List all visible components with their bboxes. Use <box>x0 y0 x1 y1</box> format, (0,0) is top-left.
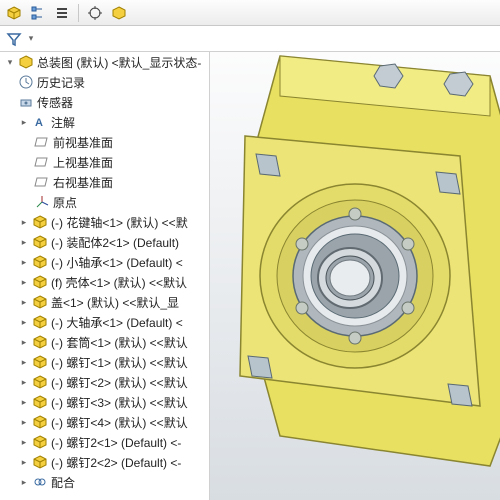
expand-icon[interactable]: ▸ <box>18 356 30 368</box>
part-icon <box>32 314 48 330</box>
expand-icon[interactable]: ▸ <box>18 456 30 468</box>
expand-icon[interactable]: ▸ <box>18 436 30 448</box>
plane-right[interactable]: 右视基准面 <box>0 172 209 192</box>
plane-icon <box>34 174 50 190</box>
funnel-icon[interactable] <box>6 31 22 47</box>
assembly-icon <box>18 54 34 70</box>
part-label: (-) 套筒<1> (默认) <<默认 <box>51 334 188 351</box>
mates-node[interactable]: ▸ 配合 <box>0 472 209 492</box>
history-node[interactable]: 历史记录 <box>0 72 209 92</box>
part-icon <box>32 294 48 310</box>
part-label: (f) 壳体<1> (默认) <<默认 <box>51 274 187 291</box>
plane-top-label: 上视基准面 <box>53 154 113 171</box>
filter-row: ▾ <box>0 26 500 52</box>
part-label: (-) 螺钉2<1> (Default) <- <box>51 434 181 451</box>
panel-toolbar <box>0 0 500 26</box>
plane-icon <box>34 134 50 150</box>
history-label: 历史记录 <box>37 74 85 91</box>
expand-icon[interactable]: ▸ <box>18 376 30 388</box>
origin-label: 原点 <box>53 194 77 211</box>
part-node[interactable]: ▸ (-) 螺钉<1> (默认) <<默认 <box>0 352 209 372</box>
history-icon <box>18 74 34 90</box>
part-node[interactable]: ▸ (-) 套筒<1> (默认) <<默认 <box>0 332 209 352</box>
annotation-icon: A <box>32 114 48 130</box>
expand-icon[interactable]: ▸ <box>18 416 30 428</box>
part-label: (-) 大轴承<1> (Default) < <box>51 314 183 331</box>
expand-icon[interactable]: ▸ <box>18 296 30 308</box>
part-label: 盖<1> (默认) <<默认_显 <box>51 294 179 311</box>
part-label: (-) 螺钉<3> (默认) <<默认 <box>51 394 188 411</box>
target-icon[interactable] <box>85 3 105 23</box>
part-label: (-) 螺钉<1> (默认) <<默认 <box>51 354 188 371</box>
expand-icon[interactable]: ▸ <box>18 316 30 328</box>
config-icon[interactable] <box>109 3 129 23</box>
sensors-label: 传感器 <box>37 94 73 111</box>
part-icon <box>32 434 48 450</box>
plane-front-label: 前视基准面 <box>53 134 113 151</box>
filter-dropdown[interactable]: ▾ <box>25 33 37 45</box>
list-icon[interactable] <box>52 3 72 23</box>
mates-label: 配合 <box>51 474 75 491</box>
part-node[interactable]: ▸ (-) 大轴承<1> (Default) < <box>0 312 209 332</box>
expand-icon[interactable]: ▸ <box>18 276 30 288</box>
part-node[interactable]: ▸ (-) 螺钉<2> (默认) <<默认 <box>0 372 209 392</box>
part-label: (-) 螺钉<4> (默认) <<默认 <box>51 414 188 431</box>
part-node[interactable]: ▸ 盖<1> (默认) <<默认_显 <box>0 292 209 312</box>
sensor-icon <box>18 94 34 110</box>
tree-root[interactable]: ▾ 总装图 (默认) <默认_显示状态- <box>0 52 209 72</box>
cube-icon[interactable] <box>4 3 24 23</box>
part-icon <box>32 274 48 290</box>
part-icon <box>32 454 48 470</box>
expand-icon[interactable]: ▸ <box>18 216 30 228</box>
part-node[interactable]: ▸ (-) 螺钉<4> (默认) <<默认 <box>0 412 209 432</box>
part-node[interactable]: ▸ (-) 装配体2<1> (Default) <box>0 232 209 252</box>
feature-tree[interactable]: ▾ 总装图 (默认) <默认_显示状态- 历史记录 传感器 ▸ A 注解 前视基… <box>0 52 210 500</box>
expand-icon[interactable]: ▸ <box>18 236 30 248</box>
tree-icon[interactable] <box>28 3 48 23</box>
origin-node[interactable]: 原点 <box>0 192 209 212</box>
annotations-node[interactable]: ▸ A 注解 <box>0 112 209 132</box>
part-icon <box>32 374 48 390</box>
part-label: (-) 螺钉2<2> (Default) <- <box>51 454 181 471</box>
svg-text:A: A <box>35 117 43 129</box>
expand-icon[interactable]: ▸ <box>18 116 30 128</box>
part-icon <box>32 254 48 270</box>
part-icon <box>32 234 48 250</box>
expand-icon[interactable]: ▸ <box>18 336 30 348</box>
part-label: (-) 小轴承<1> (Default) < <box>51 254 183 271</box>
tree-root-label: 总装图 (默认) <默认_显示状态- <box>37 54 201 71</box>
part-node[interactable]: ▸ (-) 螺钉<3> (默认) <<默认 <box>0 392 209 412</box>
collapse-icon[interactable]: ▾ <box>4 56 16 68</box>
plane-top[interactable]: 上视基准面 <box>0 152 209 172</box>
mates-icon <box>32 474 48 490</box>
expand-icon[interactable]: ▸ <box>18 256 30 268</box>
part-node[interactable]: ▸ (-) 螺钉2<1> (Default) <- <box>0 432 209 452</box>
plane-front[interactable]: 前视基准面 <box>0 132 209 152</box>
part-icon <box>32 414 48 430</box>
expand-icon[interactable]: ▸ <box>18 476 30 488</box>
origin-icon <box>34 194 50 210</box>
part-label: (-) 螺钉<2> (默认) <<默认 <box>51 374 188 391</box>
plane-icon <box>34 154 50 170</box>
part-node[interactable]: ▸ (f) 壳体<1> (默认) <<默认 <box>0 272 209 292</box>
part-icon <box>32 394 48 410</box>
annotations-label: 注解 <box>51 114 75 131</box>
part-node[interactable]: ▸ (-) 小轴承<1> (Default) < <box>0 252 209 272</box>
part-icon <box>32 214 48 230</box>
part-icon <box>32 354 48 370</box>
part-node[interactable]: ▸ (-) 花键轴<1> (默认) <<默 <box>0 212 209 232</box>
part-node[interactable]: ▸ (-) 螺钉2<2> (Default) <- <box>0 452 209 472</box>
part-label: (-) 花键轴<1> (默认) <<默 <box>51 214 188 231</box>
expand-icon[interactable]: ▸ <box>18 396 30 408</box>
part-label: (-) 装配体2<1> (Default) <box>51 234 179 251</box>
sensors-node[interactable]: 传感器 <box>0 92 209 112</box>
plane-right-label: 右视基准面 <box>53 174 113 191</box>
part-icon <box>32 334 48 350</box>
